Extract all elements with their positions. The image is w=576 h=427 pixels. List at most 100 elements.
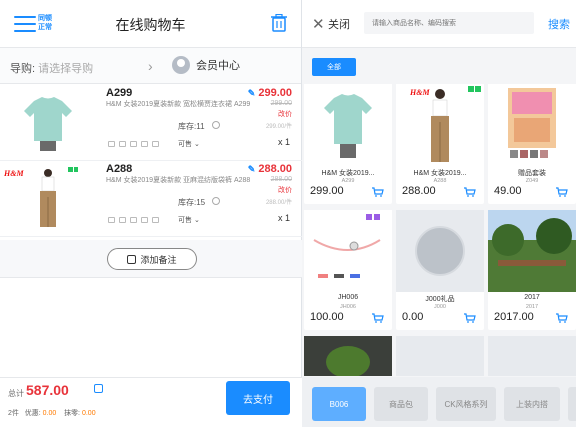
placeholder-image <box>396 336 484 376</box>
product-name: 赠品套装 <box>518 170 546 177</box>
placeholder-image <box>488 336 576 376</box>
product-price: 100.00 <box>310 311 344 323</box>
guide-label-text: 导购: <box>10 63 36 75</box>
product-code: A299 <box>341 178 355 184</box>
tag-icon <box>130 217 137 223</box>
product-price: 2017.00 <box>494 311 534 323</box>
unit-price: 288.00/件 <box>265 200 292 206</box>
total-amount: 587.00 <box>26 382 69 398</box>
member-avatar-icon <box>172 56 190 74</box>
member-label: 会员中心 <box>196 60 240 72</box>
item-price[interactable]: ✎ 299.00 <box>248 87 292 99</box>
product-price: 288.00 <box>402 185 436 197</box>
brand-logo: H&M <box>410 88 430 97</box>
price-value: 288.00 <box>258 163 292 175</box>
edit-total-icon[interactable] <box>94 384 103 393</box>
cart-icon[interactable] <box>464 187 476 197</box>
tab-more[interactable] <box>568 387 576 421</box>
tab-product-pack[interactable]: 商品包 <box>374 387 428 421</box>
chevron-right-icon: › <box>148 58 153 74</box>
discount-value: 0.00 <box>42 410 57 417</box>
product-card[interactable]: 2017 2017 2017.00 <box>488 210 576 330</box>
cart-item[interactable]: A299 H&M 女装2019夏装新款 宽松横贾连衣裙 A299 ✎ 299.00… <box>0 85 302 161</box>
summary-line: 2件 优惠: 0.00 抹零: 0.00 <box>8 408 96 418</box>
product-code: 2017 <box>525 304 539 310</box>
pen-icon <box>127 254 137 264</box>
price-change-label: 改价 <box>278 111 292 118</box>
figure-image <box>304 336 392 376</box>
product-card[interactable] <box>304 336 392 376</box>
stock-count: 库存:11 <box>178 122 205 131</box>
item-code: A288 <box>106 163 133 175</box>
tag-icon <box>108 141 115 147</box>
add-note-label: 添加备注 <box>140 254 177 265</box>
product-image <box>304 210 392 292</box>
product-card[interactable] <box>488 336 576 376</box>
product-card[interactable]: JH006 JH006 100.00 <box>304 210 392 330</box>
deer-logo-icon <box>415 226 465 276</box>
placeholder-image <box>396 210 484 292</box>
price-value: 299.00 <box>258 87 292 99</box>
product-card[interactable] <box>396 336 484 376</box>
cart-icon[interactable] <box>372 187 384 197</box>
guide-label: 导购: 请选择导购 <box>10 60 93 76</box>
product-name: H&M 女装2019... <box>413 170 467 177</box>
pay-button[interactable]: 去支付 <box>226 381 290 415</box>
tab-tops[interactable]: 上装内搭 <box>504 387 560 421</box>
close-icon[interactable]: ✕ <box>312 15 325 33</box>
edit-icon: ✎ <box>247 88 256 98</box>
category-all-button[interactable]: 全部 <box>312 58 356 76</box>
product-price: 49.00 <box>494 185 522 197</box>
close-button[interactable]: 关闭 <box>328 16 350 32</box>
product-card[interactable]: H&M H&M 女装2019... A288 288.00 <box>396 84 484 204</box>
product-image <box>18 167 78 233</box>
product-card[interactable]: H&M 女装2019... A299 299.00 <box>304 84 392 204</box>
cart-icon[interactable] <box>464 313 476 323</box>
original-price: 299.00 <box>270 100 292 107</box>
tab-ck-series[interactable]: CK风格系列 <box>436 387 496 421</box>
sale-status-select[interactable]: 可售 ⌄ <box>178 215 200 225</box>
edit-icon: ✎ <box>247 164 256 174</box>
add-note-button[interactable]: 添加备注 <box>107 248 197 270</box>
item-tag-icons <box>108 141 159 147</box>
item-price[interactable]: ✎ 288.00 <box>248 163 292 175</box>
erase-label: 抹零: <box>64 410 81 417</box>
brand-logo: H&M <box>4 169 24 178</box>
product-price: 0.00 <box>402 311 424 323</box>
product-card[interactable]: J000礼品 J000 0.00 <box>396 210 484 330</box>
product-image <box>304 336 392 376</box>
tag-icon <box>130 141 137 147</box>
sale-status: 可售 <box>178 141 192 148</box>
sale-status-select[interactable]: 可售 ⌄ <box>178 139 200 149</box>
search-input[interactable] <box>364 12 534 34</box>
product-price: 299.00 <box>310 185 344 197</box>
item-name: H&M 女装2019夏装新款 宽松横贾连衣裙 A299 <box>106 101 251 108</box>
note-area: 添加备注 <box>0 240 302 278</box>
cart-topbar: 同顿 正常 在线购物车 <box>0 0 301 48</box>
cart-icon[interactable] <box>556 187 568 197</box>
product-name: 2017 <box>524 294 540 301</box>
item-count: 2件 <box>8 410 19 417</box>
guide-selector[interactable]: 导购: 请选择导购 › 会员中心 <box>0 48 301 84</box>
unit-price: 299.00/件 <box>265 124 292 130</box>
tab-b006[interactable]: B006 <box>312 387 366 421</box>
sale-status: 可售 <box>178 217 192 224</box>
product-image <box>488 84 576 166</box>
tag-icon <box>152 217 159 223</box>
product-image <box>24 97 72 151</box>
discount-label: 优惠: <box>24 410 41 417</box>
clock-icon <box>212 197 220 205</box>
product-image <box>488 210 576 292</box>
bracelet-image <box>313 214 381 278</box>
item-code: A299 <box>106 87 133 99</box>
cart-icon[interactable] <box>372 313 384 323</box>
cart-item[interactable]: H&M A288 H&M 女装2019夏装新款 亚麻混纺版袋裤 A288 ✎ 28… <box>0 161 302 237</box>
landscape-image <box>488 210 576 292</box>
product-card[interactable]: 赠品套装 Z049 49.00 <box>488 84 576 204</box>
total-label: 总计 <box>8 389 24 398</box>
cart-icon[interactable] <box>556 313 568 323</box>
search-button[interactable]: 搜索 <box>548 16 570 32</box>
trash-icon[interactable] <box>271 14 287 32</box>
tag-icon <box>119 217 126 223</box>
member-center-button[interactable]: 会员中心 <box>172 56 240 74</box>
